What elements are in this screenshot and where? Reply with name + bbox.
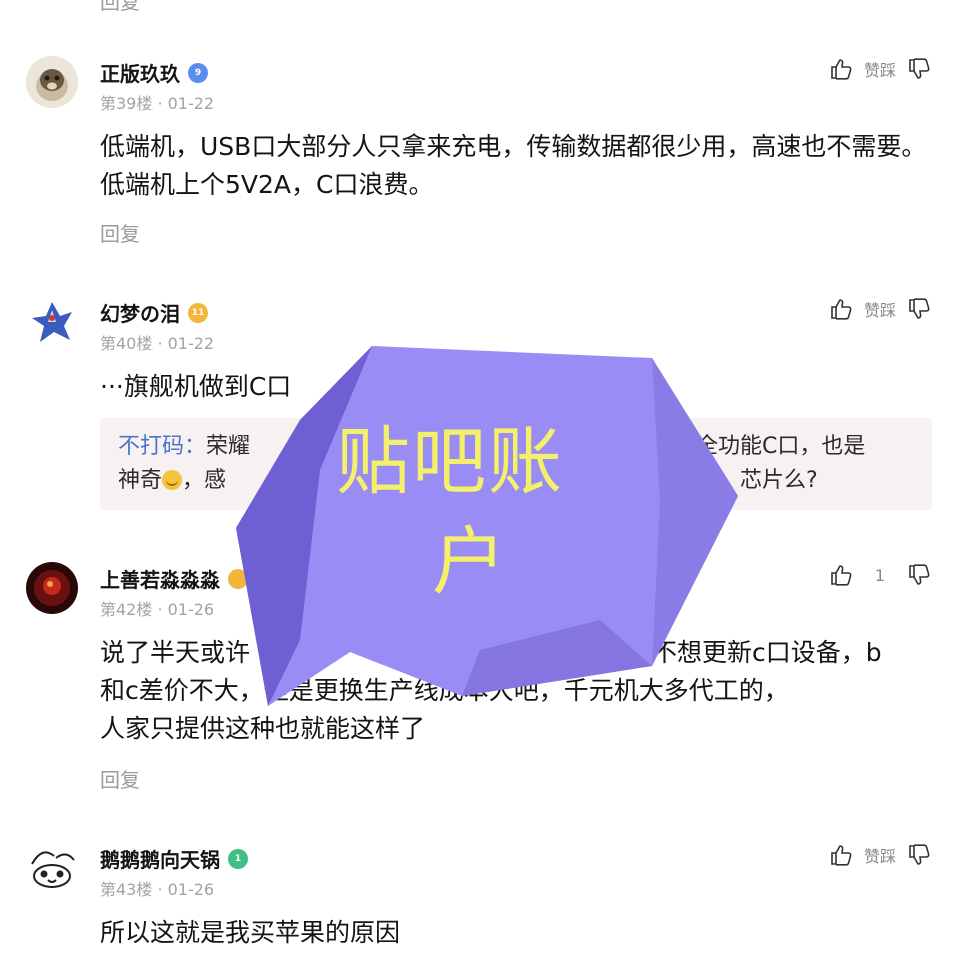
thumbs-down-icon[interactable] xyxy=(906,296,932,322)
sub-reply[interactable]: 不打码：荣耀 全功能C口，也是 神奇 ，感 芯片么? xyxy=(100,418,932,510)
thumbs-down-icon[interactable] xyxy=(906,56,932,82)
watermark-text-line2: 户 xyxy=(432,519,508,605)
thumbs-down-icon[interactable] xyxy=(906,842,932,868)
comment-text: ···旗舰机做到C口 xyxy=(100,372,292,401)
comment-line: 和c差价不大，但是更换生产线成本大吧，千元机大多代工的， xyxy=(100,676,789,705)
level-badge: 11 xyxy=(188,302,208,323)
vote-group: 赞踩 xyxy=(828,296,932,322)
vote-label: 赞踩 xyxy=(863,61,896,80)
comment-line: 人家只提供这种也就能这样了 xyxy=(100,714,426,743)
avatar[interactable] xyxy=(26,296,78,348)
username[interactable]: 正版玖玖 9 xyxy=(100,58,208,87)
sub-reply-text-end: 全功能C口，也是 xyxy=(696,434,866,459)
sub-reply-username[interactable]: 不打码： xyxy=(118,434,206,459)
username[interactable]: 幻梦の泪 11 xyxy=(100,298,208,327)
comment-text: 说了半天或许 不想更新c口设备，b 和c差价不大，但是更换生产线成本大吧，千元机… xyxy=(100,634,930,748)
vote-group: 赞踩 xyxy=(828,56,932,82)
avatar[interactable] xyxy=(26,56,78,108)
vote-group: 赞踩 xyxy=(828,842,932,868)
comment-line: 不想更新c口设备，b xyxy=(652,638,882,667)
thumbs-up-icon[interactable] xyxy=(828,296,854,322)
vote-group: 1 xyxy=(828,562,932,588)
floor-meta: 第40楼 · 01-22 xyxy=(100,334,215,353)
avatar[interactable] xyxy=(26,842,78,894)
avatar[interactable] xyxy=(26,562,78,614)
sub-reply-text-end: 芯片么? xyxy=(740,468,818,493)
comment-text: 所以这就是我买苹果的原因 xyxy=(100,918,401,947)
sub-reply-text: ，感 xyxy=(182,468,227,493)
thumbs-down-icon[interactable] xyxy=(906,562,932,588)
username[interactable]: 鹅鹅鹅向天锅 1 xyxy=(100,844,248,873)
sub-reply-text: 神奇 xyxy=(118,468,163,493)
level-badge xyxy=(228,568,248,589)
thumbs-up-icon[interactable] xyxy=(828,562,854,588)
thumbs-up-icon[interactable] xyxy=(828,842,854,868)
comment-text: 低端机，USB口大部分人只拿来充电，传输数据都很少用，高速也不需要。低端机上个5… xyxy=(100,132,927,199)
vote-label: 赞踩 xyxy=(863,301,896,320)
level-badge: 1 xyxy=(228,848,248,869)
username[interactable]: 上善若淼淼淼 xyxy=(100,564,248,593)
reply-button[interactable]: 回复 xyxy=(100,218,140,247)
sub-reply-text-start: 荣耀 xyxy=(206,434,251,459)
comment-line: 说了半天或许 xyxy=(100,638,251,667)
smile-emoji-icon xyxy=(162,470,183,490)
floor-meta: 第43楼 · 01-26 xyxy=(100,880,215,899)
thumbs-up-icon[interactable] xyxy=(828,56,854,82)
vote-label: 赞踩 xyxy=(863,847,896,866)
floor-meta: 第39楼 · 01-22 xyxy=(100,94,215,113)
like-count: 1 xyxy=(874,565,886,585)
level-badge: 9 xyxy=(188,62,208,83)
top-reply-button[interactable]: 回复 xyxy=(100,0,140,15)
reply-button[interactable]: 回复 xyxy=(100,764,140,793)
floor-meta: 第42楼 · 01-26 xyxy=(100,600,215,619)
